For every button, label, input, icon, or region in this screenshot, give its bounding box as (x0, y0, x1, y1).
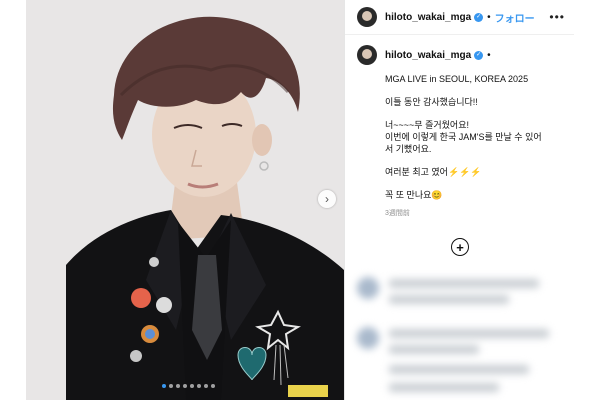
portrait-image (26, 0, 344, 400)
caption-text: MGA LIVE in SEOUL, KOREA 2025 이틀 동안 감사했습… (385, 73, 563, 201)
caption: hiloto_wakai_mga ✓ • MGA LIVE in SEOUL, … (345, 35, 575, 218)
follow-button[interactable]: フォロー (495, 10, 535, 25)
caption-username[interactable]: hiloto_wakai_mga (385, 50, 471, 61)
blurred-comments (345, 265, 575, 400)
left-margin (0, 0, 26, 400)
post-header: hiloto_wakai_mga ✓ • フォロー ••• (345, 0, 575, 35)
timestamp: 3週間前 (385, 210, 410, 217)
verified-badge-icon: ✓ (474, 50, 484, 60)
instagram-embed: › hiloto_wakai_mga ✓ • フォロー ••• hiloto_w… (0, 0, 600, 400)
chevron-right-icon: › (325, 192, 329, 206)
caption-line: 이틀 동안 감사했습니다!! (385, 97, 478, 107)
caption-line: 너~~~~무 즐거웠어요! 이번에 이렇게 한국 JAM'S를 만날 수 있어 … (385, 120, 542, 154)
caption-line: 꼭 또 만나요😊 (385, 190, 443, 200)
post-photo[interactable]: › (26, 0, 344, 400)
carousel-dot (211, 384, 215, 388)
plus-circle-icon[interactable]: + (451, 238, 469, 256)
post-side-panel: hiloto_wakai_mga ✓ • フォロー ••• hiloto_wak… (344, 0, 575, 400)
caption-line: 여러분 최고 였어⚡⚡⚡ (385, 167, 482, 177)
more-options-icon[interactable]: ••• (549, 10, 565, 24)
carousel-dot (183, 384, 187, 388)
verified-badge-icon: ✓ (474, 12, 484, 22)
header-separator: • (487, 11, 491, 23)
carousel-dot (204, 384, 208, 388)
carousel-dot (162, 384, 166, 388)
carousel-dot (169, 384, 173, 388)
carousel-next-button[interactable]: › (318, 190, 336, 208)
carousel-dots (162, 384, 215, 388)
header-username[interactable]: hiloto_wakai_mga (385, 12, 471, 23)
caption-line: MGA LIVE in SEOUL, KOREA 2025 (385, 74, 529, 84)
avatar[interactable] (357, 7, 377, 27)
carousel-dot (197, 384, 201, 388)
right-margin (574, 0, 600, 400)
carousel-dot (190, 384, 194, 388)
carousel-dot (176, 384, 180, 388)
caption-avatar[interactable] (357, 45, 377, 65)
caption-separator: • (487, 49, 491, 61)
